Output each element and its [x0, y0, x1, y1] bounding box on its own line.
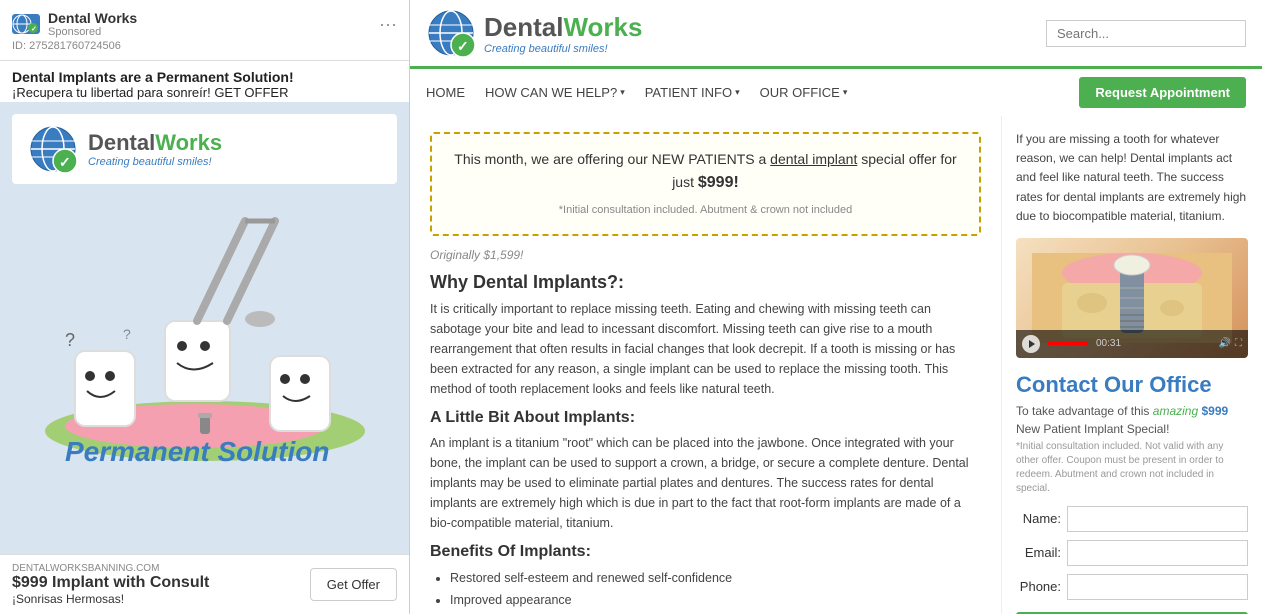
ad-footer: DENTALWORKSBANNING.COM $999 Implant with… [0, 554, 409, 614]
patient-info-arrow: ▾ [735, 87, 740, 98]
play-button[interactable] [1022, 335, 1040, 353]
ad-brand-name: Dental Works [48, 10, 137, 26]
ad-tagline2: ¡Recupera tu libertad para sonreír! GET … [12, 85, 397, 100]
how-can-we-help-arrow: ▾ [620, 87, 625, 98]
ad-dw-banner: ✓ DentalWorks Creating beautiful smiles! [12, 114, 397, 184]
svg-text:Permanent Solution: Permanent Solution [65, 436, 329, 467]
originally-price: Originally $1,599! [430, 248, 981, 262]
ad-more-options[interactable]: ··· [379, 14, 397, 35]
offer-note: *Initial consultation included. Abutment… [452, 202, 959, 220]
site-logo: ✓ DentalWorks Creating beautiful smiles! [426, 8, 642, 58]
nav-how-can-we-help[interactable]: HOW CAN WE HELP? ▾ [485, 85, 625, 100]
nav-our-office[interactable]: OUR OFFICE ▾ [760, 85, 848, 100]
contact-subtitle: To take advantage of this amazing $999 N… [1016, 402, 1248, 438]
get-offer-button[interactable]: Get Offer [310, 568, 397, 601]
svg-text:✓: ✓ [59, 154, 71, 170]
email-row: Email: [1016, 540, 1248, 566]
offer-text: This month, we are offering our NEW PATI… [452, 148, 959, 196]
offer-box: This month, we are offering our NEW PATI… [430, 132, 981, 236]
teeth-svg: ? ? [15, 191, 395, 471]
about-implants-body: An implant is a titanium "root" which ca… [430, 433, 981, 533]
video-controls-bar[interactable]: 00:31 🔊 ⛶ [1016, 330, 1248, 358]
name-label: Name: [1016, 511, 1061, 526]
video-time: 00:31 [1096, 338, 1121, 349]
request-appointment-button[interactable]: Request Appointment [1079, 77, 1246, 108]
our-office-arrow: ▾ [843, 87, 848, 98]
offer-price: $999! [698, 174, 739, 191]
contact-amazing: amazing [1153, 404, 1198, 418]
list-item: Improved appearance [450, 589, 981, 612]
content-area: This month, we are offering our NEW PATI… [410, 116, 1002, 614]
svg-text:?: ? [123, 326, 131, 342]
ad-logo-icon: ✓ [12, 14, 40, 34]
sidebar: If you are missing a tooth for whatever … [1002, 116, 1262, 614]
list-item: Restored self-esteem and renewed self-co… [450, 567, 981, 590]
phone-label: Phone: [1016, 579, 1061, 594]
ad-panel: ✓ Dental Works Sponsored ··· ID: 2752817… [0, 0, 410, 614]
ad-price: $999 Implant with Consult [12, 574, 209, 592]
benefits-list: Restored self-esteem and renewed self-co… [430, 567, 981, 614]
why-implants-body: It is critically important to replace mi… [430, 299, 981, 399]
website-panel: ✓ DentalWorks Creating beautiful smiles!… [410, 0, 1262, 614]
svg-text:✓: ✓ [457, 38, 469, 54]
offer-underline: dental implant [770, 151, 857, 167]
contact-title: Contact Our Office [1016, 372, 1248, 398]
email-input[interactable] [1067, 540, 1248, 566]
contact-note: *Initial consultation included. Not vali… [1016, 440, 1248, 496]
ad-sponsored-label: Sponsored [48, 26, 137, 38]
site-header: ✓ DentalWorks Creating beautiful smiles! [410, 0, 1262, 69]
ad-subtitle: ¡Sonrisas Hermosas! [12, 592, 209, 606]
ad-tagline1: Dental Implants are a Permanent Solution… [12, 69, 397, 85]
ad-image-area: ✓ DentalWorks Creating beautiful smiles! [0, 102, 409, 554]
video-progress [1048, 342, 1088, 345]
search-area [1046, 20, 1246, 47]
ad-globe-icon: ✓ [28, 124, 78, 174]
why-implants-heading: Why Dental Implants?: [430, 272, 981, 293]
contact-price: $999 [1201, 404, 1228, 418]
phone-input[interactable] [1067, 574, 1248, 600]
ad-banner-tagline: Creating beautiful smiles! [88, 156, 222, 168]
ad-id: ID: 275281760724506 [12, 40, 397, 52]
site-logo-text: DentalWorks Creating beautiful smiles! [484, 12, 642, 55]
site-nav: HOME HOW CAN WE HELP? ▾ PATIENT INFO ▾ O… [410, 69, 1262, 116]
ad-footer-info: DENTALWORKSBANNING.COM $999 Implant with… [12, 563, 209, 606]
phone-row: Phone: [1016, 574, 1248, 600]
name-input[interactable] [1067, 506, 1248, 532]
about-implants-heading: A Little Bit About Implants: [430, 409, 981, 427]
video-thumbnail[interactable]: 00:31 🔊 ⛶ [1016, 238, 1248, 358]
video-control-icons: 🔊 ⛶ [1219, 338, 1242, 349]
ad-header: ✓ Dental Works Sponsored ··· ID: 2752817… [0, 0, 409, 61]
ad-tagline-area: Dental Implants are a Permanent Solution… [0, 61, 409, 102]
name-row: Name: [1016, 506, 1248, 532]
site-globe-icon: ✓ [426, 8, 476, 58]
email-label: Email: [1016, 545, 1061, 560]
benefits-heading: Benefits Of Implants: [430, 543, 981, 561]
teeth-illustration: ? ? [15, 191, 395, 501]
ad-banner-text: DentalWorks Creating beautiful smiles! [88, 130, 222, 168]
sidebar-intro: If you are missing a tooth for whatever … [1016, 130, 1248, 226]
svg-text:✓: ✓ [31, 26, 37, 33]
site-main: This month, we are offering our NEW PATI… [410, 116, 1262, 614]
search-input[interactable] [1046, 20, 1246, 47]
ad-url: DENTALWORKSBANNING.COM [12, 563, 209, 574]
nav-home[interactable]: HOME [426, 85, 465, 100]
svg-text:?: ? [65, 330, 75, 350]
ad-brand-row: ✓ Dental Works Sponsored [12, 10, 137, 38]
site-tagline: Creating beautiful smiles! [484, 43, 642, 55]
nav-patient-info[interactable]: PATIENT INFO ▾ [645, 85, 740, 100]
